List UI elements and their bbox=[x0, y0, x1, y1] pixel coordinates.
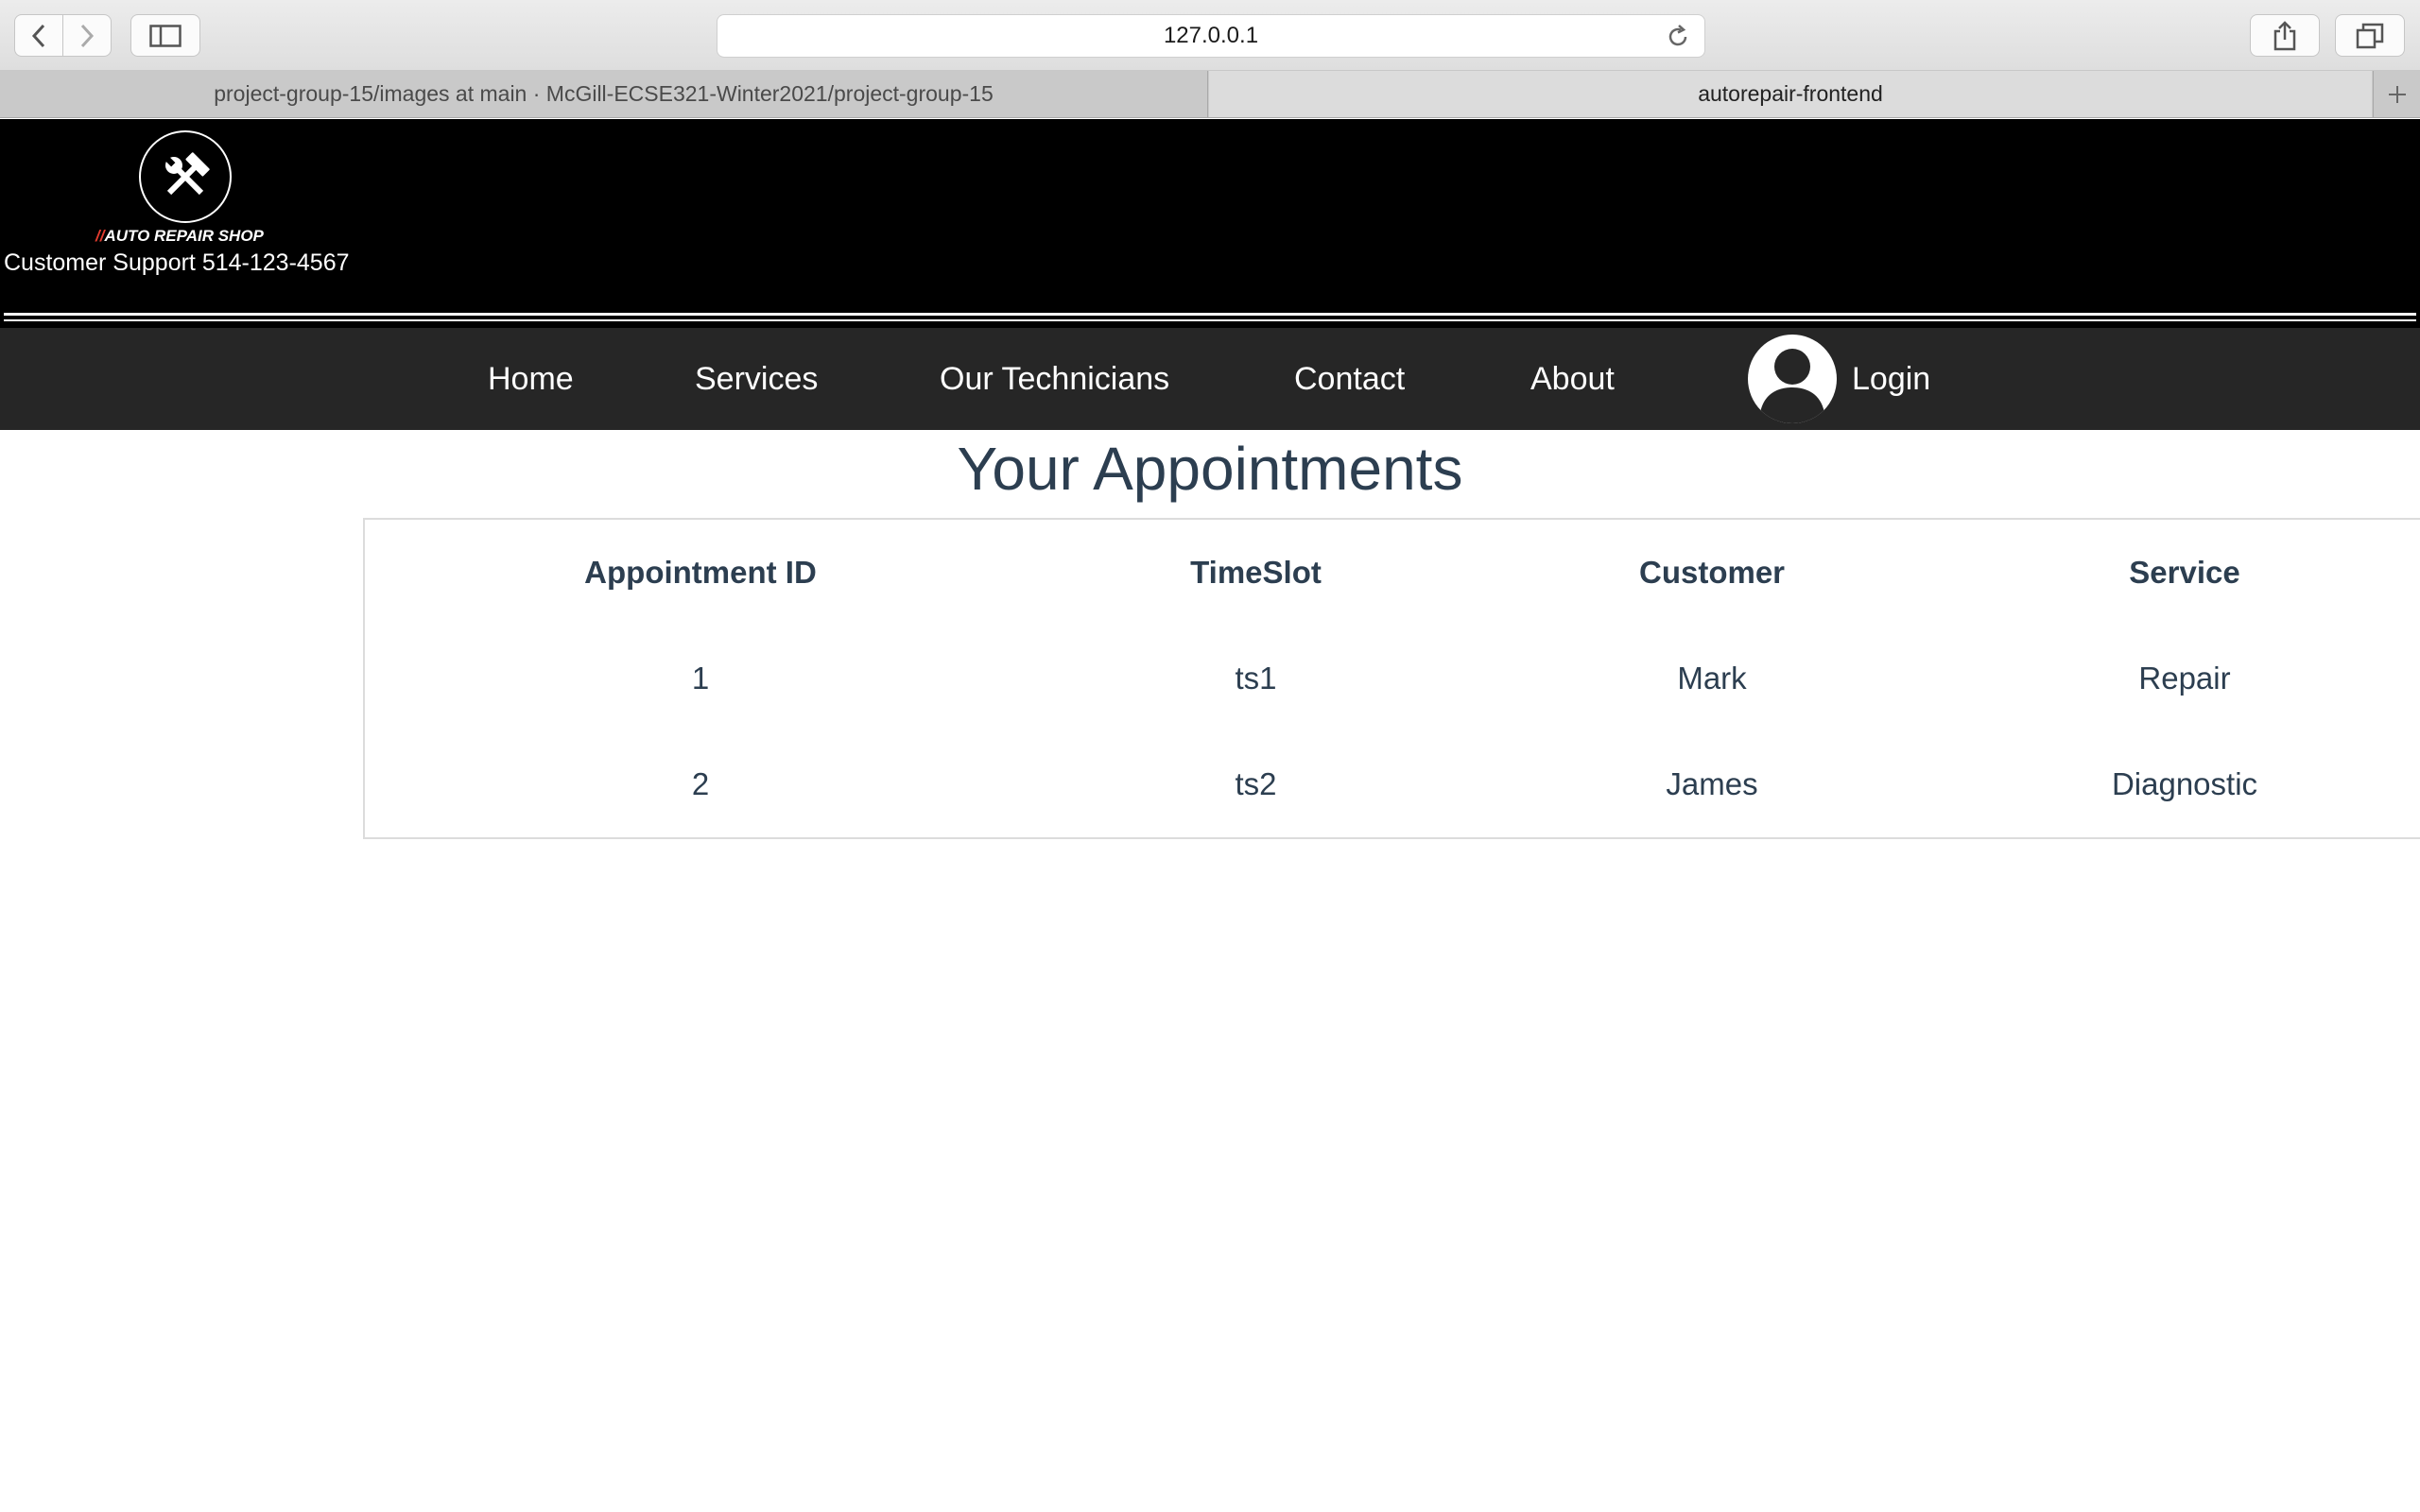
appointments-table: Appointment ID TimeSlot Customer Service… bbox=[363, 518, 2420, 839]
customer-support: Customer Support 514-123-4567 bbox=[4, 249, 350, 276]
new-tab-button[interactable] bbox=[2373, 71, 2420, 117]
forward-button[interactable] bbox=[62, 14, 112, 57]
nav-services[interactable]: Services bbox=[695, 328, 818, 430]
table-row: 1 ts1 Mark Repair bbox=[365, 626, 2420, 731]
reload-icon[interactable] bbox=[1665, 24, 1691, 50]
user-avatar-icon bbox=[1748, 335, 1837, 423]
plus-icon bbox=[2388, 85, 2406, 103]
header-timeslot: TimeSlot bbox=[1190, 555, 1322, 590]
cell-customer: Mark bbox=[1677, 661, 1747, 696]
back-button[interactable] bbox=[14, 14, 63, 57]
cell-service: Diagnostic bbox=[2111, 766, 2258, 801]
back-icon bbox=[31, 24, 45, 47]
header-divider bbox=[4, 313, 2416, 316]
tab-autorepair-frontend[interactable]: autorepair-frontend bbox=[1209, 71, 2372, 117]
tab-bar: project-group-15/images at main · McGill… bbox=[0, 71, 2420, 118]
header-divider bbox=[4, 319, 2416, 321]
main-navbar: Home Services Our Technicians Contact Ab… bbox=[0, 328, 2420, 430]
nav-contact[interactable]: Contact bbox=[1294, 328, 1405, 430]
cell-timeslot: ts2 bbox=[1235, 766, 1277, 801]
cell-appointment-id: 1 bbox=[691, 661, 710, 696]
share-icon bbox=[2273, 20, 2296, 50]
hammer-wrench-icon bbox=[164, 152, 210, 196]
sidebar-button[interactable] bbox=[130, 14, 200, 57]
browser-toolbar: 127.0.0.1 bbox=[0, 0, 2420, 71]
share-button[interactable] bbox=[2250, 14, 2320, 57]
table-row: 2 ts2 James Diagnostic bbox=[365, 731, 2420, 837]
cell-appointment-id: 2 bbox=[691, 766, 710, 801]
nav-technicians[interactable]: Our Technicians bbox=[940, 328, 1169, 430]
address-text: 127.0.0.1 bbox=[1163, 23, 1259, 48]
tabs-overview-icon bbox=[2356, 23, 2384, 48]
tab-label: autorepair-frontend bbox=[1698, 81, 1883, 106]
header-appointment-id: Appointment ID bbox=[584, 555, 817, 590]
address-bar[interactable]: 127.0.0.1 bbox=[717, 14, 1705, 58]
cell-customer: James bbox=[1666, 766, 1758, 801]
tab-github[interactable]: project-group-15/images at main · McGill… bbox=[0, 71, 1208, 117]
tabs-overview-button[interactable] bbox=[2335, 14, 2405, 57]
nav-login[interactable]: Login bbox=[1748, 328, 1930, 430]
cell-service: Repair bbox=[2138, 661, 2231, 696]
site-header: //AUTO REPAIR SHOP Customer Support 514-… bbox=[0, 119, 2420, 328]
logo-wordmark: //AUTO REPAIR SHOP bbox=[95, 227, 294, 246]
nav-home[interactable]: Home bbox=[488, 328, 574, 430]
table-header-row: Appointment ID TimeSlot Customer Service bbox=[365, 520, 2420, 626]
header-service: Service bbox=[2129, 555, 2240, 590]
sidebar-icon bbox=[149, 24, 182, 47]
logo-emblem bbox=[139, 130, 232, 223]
page-title: Your Appointments bbox=[957, 435, 1463, 503]
tab-label: project-group-15/images at main · McGill… bbox=[214, 81, 994, 106]
forward-icon bbox=[80, 24, 95, 47]
login-label: Login bbox=[1852, 360, 1931, 397]
header-customer: Customer bbox=[1638, 555, 1786, 590]
cell-timeslot: ts1 bbox=[1235, 661, 1277, 696]
nav-about[interactable]: About bbox=[1530, 328, 1615, 430]
logo-name: AUTO REPAIR SHOP bbox=[104, 227, 264, 245]
